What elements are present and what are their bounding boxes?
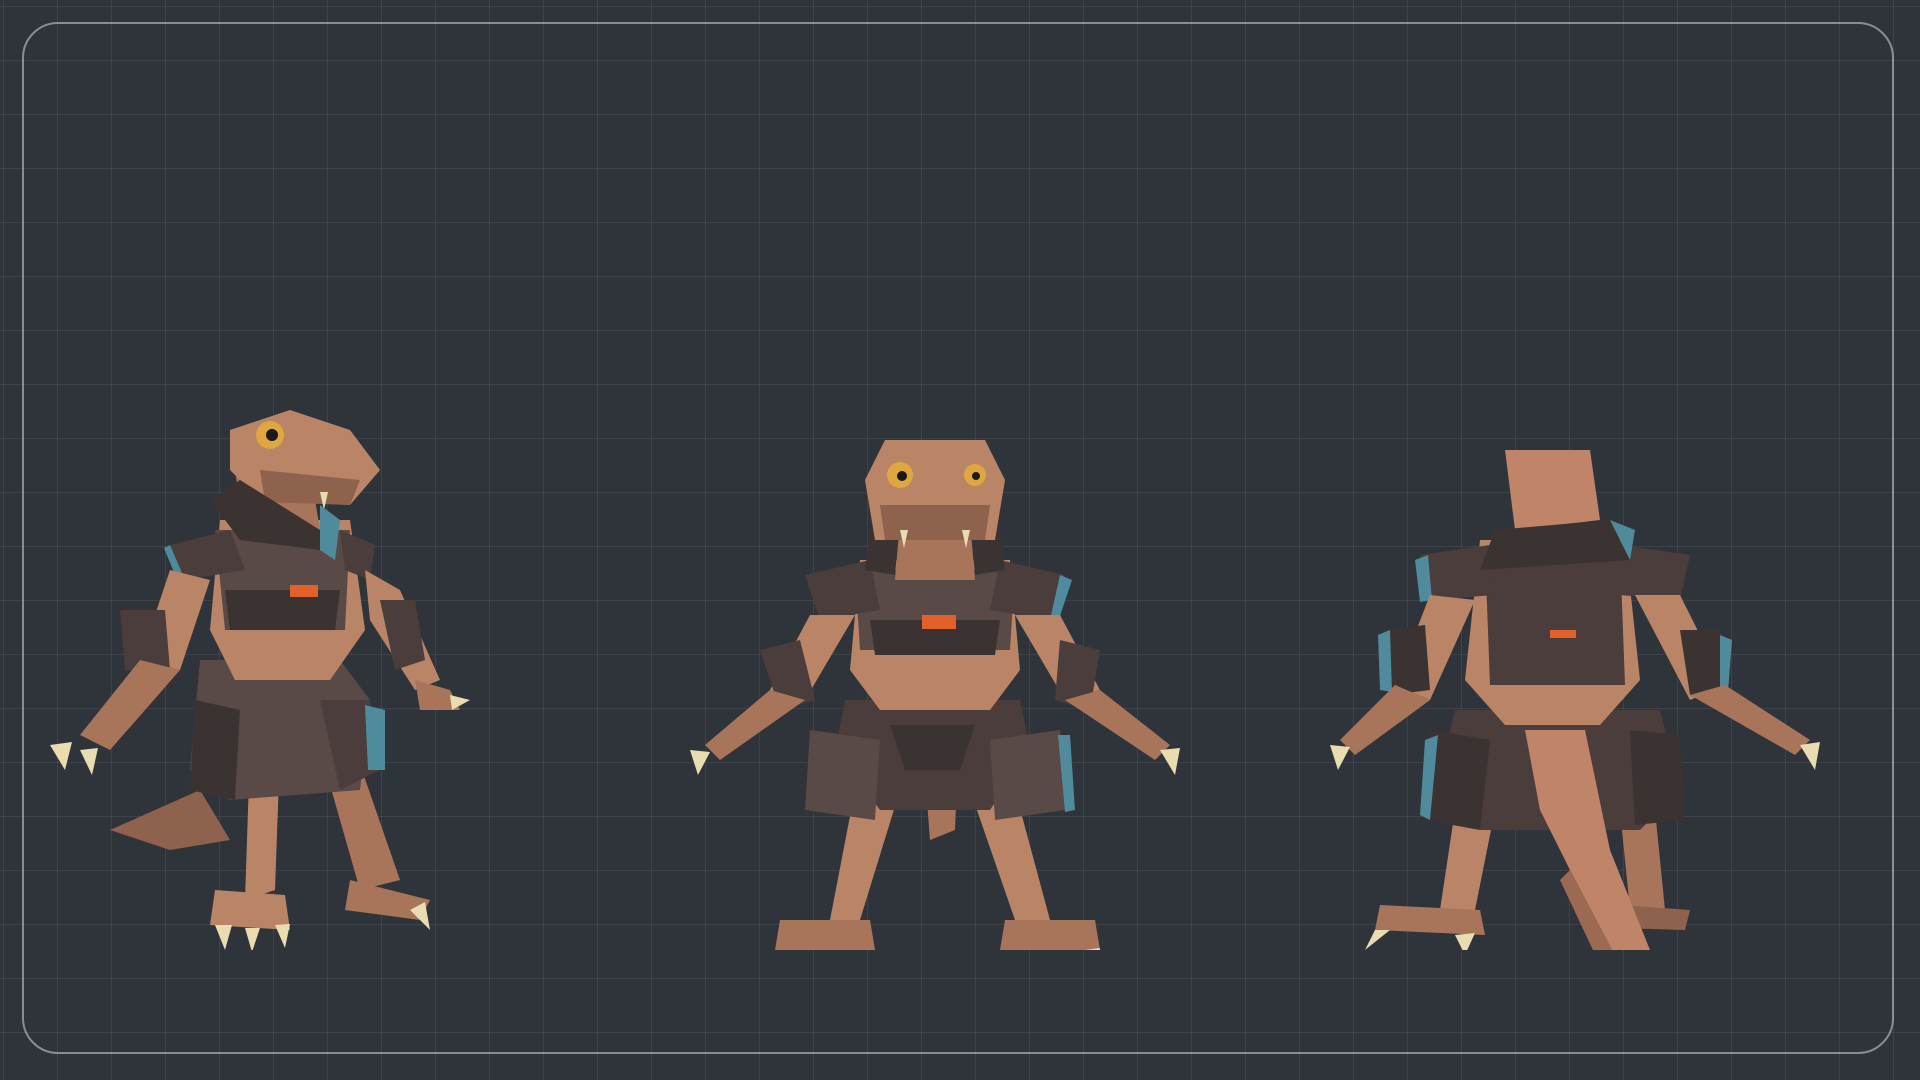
lizard-warrior-back-render (1330, 450, 1820, 950)
character-three-quarter-view (20, 230, 620, 950)
viewport-background (0, 0, 1920, 1080)
lizard-warrior-front-render (690, 440, 1180, 950)
character-back-view (1280, 230, 1880, 950)
character-front-view (630, 230, 1230, 950)
lizard-warrior-three-quarter-render (50, 410, 470, 950)
